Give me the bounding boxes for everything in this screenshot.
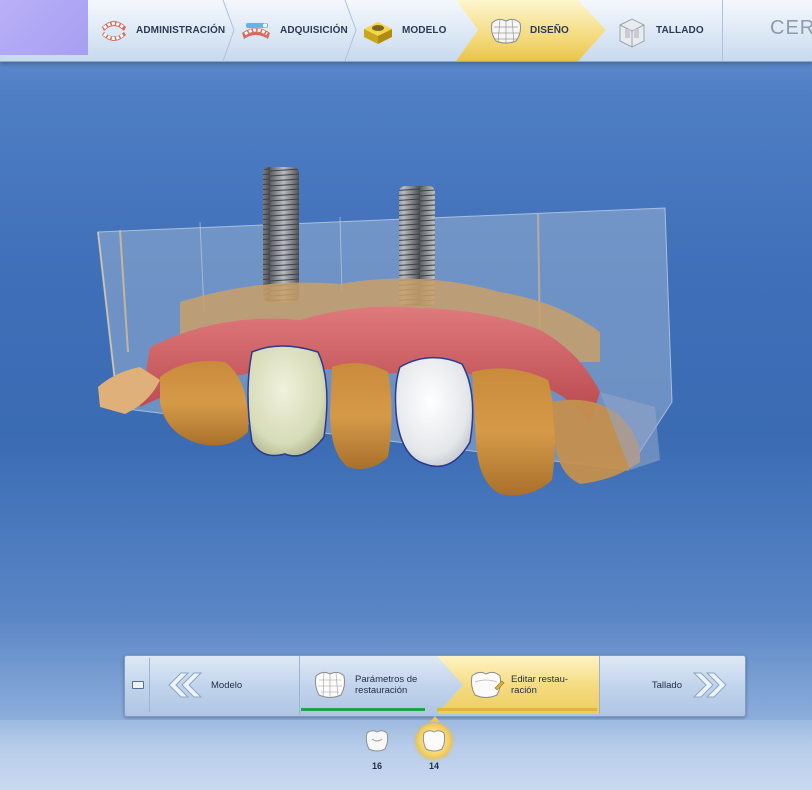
tooth-number: 14: [428, 761, 439, 771]
phase-label: MODELO: [402, 25, 447, 36]
tooth-number: 16: [371, 761, 382, 771]
milling-unit-icon: [612, 11, 652, 51]
phase-label: TALLADO: [656, 25, 704, 36]
scan-jaw-icon: [236, 11, 276, 51]
tooth: [160, 361, 249, 446]
tooth-button-16[interactable]: 16: [354, 723, 400, 781]
crown-restoration-14: [394, 356, 474, 468]
phase-label: DISEÑO: [530, 25, 569, 36]
step-progress-bar: [301, 708, 425, 711]
step-label: Modelo: [211, 679, 243, 691]
phase-separator: [344, 0, 357, 61]
dental-model-render[interactable]: [0, 62, 812, 652]
crown-icon: [359, 723, 395, 759]
selection-pointer: [430, 716, 440, 722]
brand-logo-text: CERI: [770, 17, 812, 39]
double-chevron-right-icon: [692, 670, 734, 700]
tooth-selector-bar: 16 14: [0, 716, 812, 790]
tooth-button-14[interactable]: 14: [411, 716, 457, 781]
workflow-step-bar: Modelo Parámetros de restauración Editar…: [124, 655, 746, 717]
app-menu-button[interactable]: [0, 0, 88, 55]
3d-viewport[interactable]: [0, 62, 812, 652]
phase-administracion[interactable]: ADMINISTRACIÓN: [96, 0, 226, 61]
phase-modelo[interactable]: MODELO: [358, 0, 458, 61]
cerec-app-window: ADMINISTRACIÓN ADQUISICIÓN MODELO DISEÑO…: [0, 0, 812, 790]
step-label: Tallado: [651, 679, 682, 691]
phase-bar: ADMINISTRACIÓN ADQUISICIÓN MODELO DISEÑO…: [0, 0, 812, 62]
tooth: [472, 368, 556, 496]
tooth: [330, 363, 392, 470]
double-chevron-left-icon: [161, 670, 203, 700]
step-parametros-restauracion[interactable]: Parámetros de restauración: [299, 656, 459, 714]
dental-arch-icon: [96, 11, 132, 51]
phase-adquisicion[interactable]: ADQUISICIÓN: [236, 0, 352, 61]
phase-separator: [222, 0, 235, 61]
brand-divider: [722, 0, 723, 61]
phase-tallado[interactable]: TALLADO: [608, 0, 718, 61]
crown-icon: [416, 723, 452, 759]
implant-screw: [263, 167, 299, 302]
crown-edit-icon: [467, 668, 505, 702]
crown-restoration-16: [247, 345, 328, 457]
step-next-tallado-button[interactable]: Tallado: [599, 656, 746, 714]
crown-params-icon: [311, 668, 349, 702]
step-label-line1: Parámetros de: [355, 674, 418, 685]
step-bar-menu-button[interactable]: [127, 658, 150, 712]
phase-label: ADQUISICIÓN: [280, 25, 348, 36]
panel-icon: [132, 681, 144, 689]
step-label-line1: Editar restau-: [511, 674, 569, 685]
step-prev-modelo-button[interactable]: Modelo: [151, 656, 300, 714]
phase-diseno[interactable]: DISEÑO: [456, 0, 606, 61]
model-block-icon: [358, 11, 398, 51]
step-label-line2: restauración: [355, 685, 408, 696]
step-editar-restauracion[interactable]: Editar restau- ración: [437, 656, 599, 714]
phase-label: ADMINISTRACIÓN: [136, 25, 226, 36]
step-label-line2: ración: [511, 685, 537, 696]
crown-mesh-icon: [486, 11, 526, 51]
step-progress-bar: [437, 708, 597, 711]
